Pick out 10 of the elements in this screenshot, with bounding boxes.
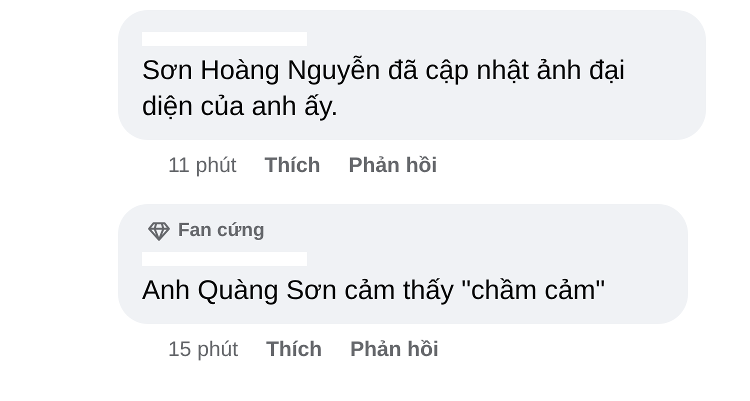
comment-text: Sơn Hoàng Nguyễn đã cập nhật ảnh đại diện của anh ấy. — [142, 54, 626, 123]
diamond-icon — [148, 221, 170, 241]
comment-text: Anh Quàng Sơn cảm thấy "chầm cảm" — [142, 274, 606, 307]
action-link[interactable]: Phản hồi — [350, 338, 439, 362]
action-link[interactable]: Phản hồi — [348, 154, 438, 178]
action-link[interactable]: Thích — [264, 154, 321, 178]
action-link[interactable]: Thích — [266, 338, 322, 362]
badge-label: Fan cứng — [178, 220, 265, 242]
timestamp: 11 phút — [168, 154, 237, 178]
timestamp: 15 phút — [168, 338, 238, 362]
